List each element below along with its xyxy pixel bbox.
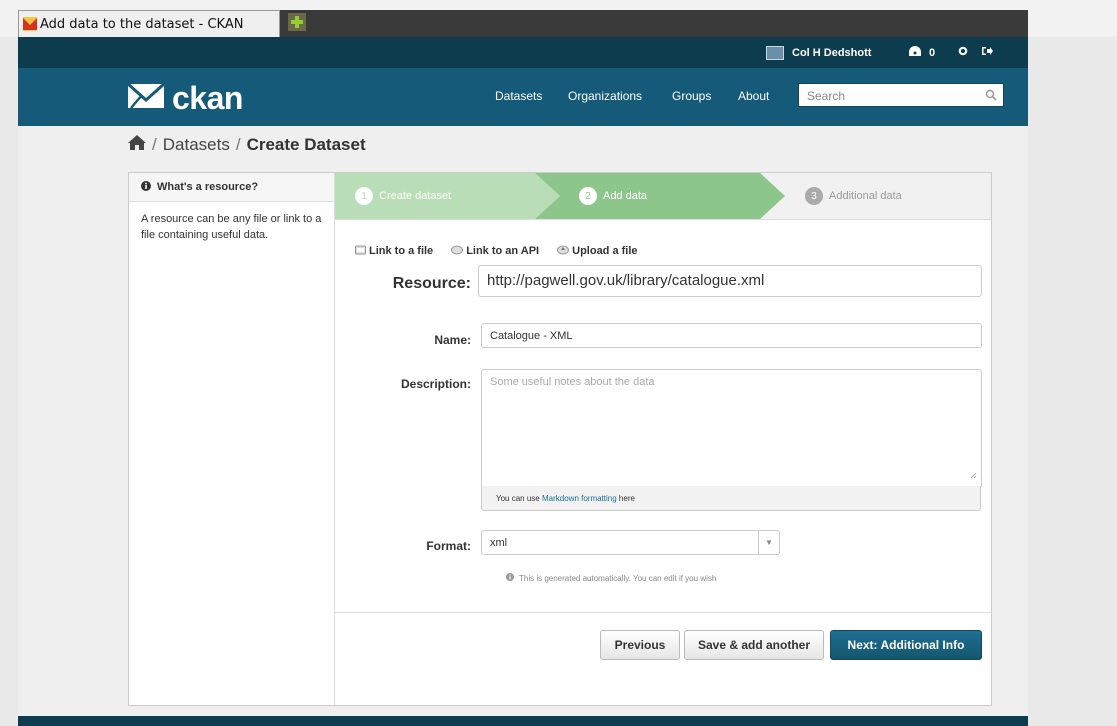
cloud-icon <box>451 244 464 258</box>
format-help-text: This is generated automatically. You can… <box>519 573 717 583</box>
info-icon <box>506 573 514 583</box>
dashboard-icon <box>909 46 921 59</box>
browser-tab-title: Add data to the dataset - CKAN <box>40 16 244 32</box>
stage-3-label: Additional data <box>829 190 902 202</box>
breadcrumb-current: Create Dataset <box>246 135 366 154</box>
save-add-another-button[interactable]: Save & add another <box>684 630 824 660</box>
breadcrumb-datasets[interactable]: Datasets <box>163 135 230 155</box>
masthead: ckan Datasets Organizations Groups About… <box>18 68 1028 126</box>
ckan-favicon-icon <box>23 17 37 31</box>
stages: 1 Create dataset 2 Add data 3 Additional… <box>335 173 991 220</box>
ckan-logo-icon <box>126 81 166 116</box>
stage-2-segment <box>535 173 785 219</box>
name-label: Name: <box>434 333 471 347</box>
new-tab-icon[interactable] <box>288 13 306 31</box>
sidebar: What's a resource? A resource can be any… <box>129 173 335 705</box>
stage-1-number: 1 <box>355 187 373 205</box>
description-placeholder: Some useful notes about the data <box>490 376 655 388</box>
account-bar: Col H Dedshott 0 <box>18 37 1028 68</box>
tab-link-to-api[interactable]: Link to an API <box>451 244 539 258</box>
chevron-down-icon[interactable]: ▼ <box>758 531 779 554</box>
upload-icon <box>557 244 570 258</box>
dashboard-link[interactable]: 0 <box>909 37 935 68</box>
footer <box>18 716 1028 726</box>
home-icon[interactable] <box>128 135 146 155</box>
tab-link-to-api-label: Link to an API <box>466 245 540 257</box>
stage-2-label: Add data <box>603 190 648 202</box>
site-logo[interactable]: ckan <box>126 80 243 117</box>
user-name: Col H Dedshott <box>792 46 872 59</box>
format-label: Format: <box>426 539 471 553</box>
markdown-note: You can use Markdown formatting here <box>481 486 981 511</box>
markdown-link[interactable]: Markdown formatting <box>542 494 617 503</box>
actions-divider <box>335 612 991 613</box>
sidebar-heading-text: What's a resource? <box>157 181 259 193</box>
stage-3-number: 3 <box>805 187 823 205</box>
gear-icon <box>958 46 968 59</box>
nav-organizations[interactable]: Organizations <box>568 89 642 103</box>
previous-button[interactable]: Previous <box>600 630 680 660</box>
logo-text: ckan <box>172 80 243 116</box>
search-placeholder: Search <box>807 89 846 103</box>
dashboard-count: 0 <box>929 46 936 59</box>
sign-out-icon <box>982 46 993 59</box>
breadcrumb: / Datasets / Create Dataset <box>128 135 366 155</box>
resource-label: Resource: <box>392 275 471 292</box>
browser-tab[interactable]: Add data to the dataset - CKAN <box>18 10 280 37</box>
logout-link[interactable] <box>982 37 993 68</box>
sidebar-body: A resource can be any file or link to a … <box>141 213 322 241</box>
tab-link-to-file-label: Link to a file <box>369 245 434 257</box>
format-select[interactable]: xml ▼ <box>481 530 780 555</box>
sidebar-heading: What's a resource? <box>129 173 334 202</box>
search-input[interactable]: Search <box>798 83 1004 107</box>
stage-2[interactable]: 2 Add data <box>579 173 647 219</box>
name-input[interactable]: Catalogue - XML <box>481 323 982 348</box>
stage-1[interactable]: 1 Create dataset <box>355 173 451 219</box>
stage-1-label: Create dataset <box>379 190 452 202</box>
breadcrumb-separator: / <box>152 135 157 154</box>
info-icon <box>141 180 151 194</box>
resize-handle-icon[interactable] <box>970 470 977 482</box>
tab-upload-file[interactable]: Upload a file <box>557 244 638 258</box>
user-profile-link[interactable]: Col H Dedshott <box>766 37 871 68</box>
search-icon[interactable] <box>985 89 997 104</box>
description-textarea[interactable]: Some useful notes about the data <box>481 369 982 487</box>
format-value: xml <box>490 537 508 549</box>
nav-about[interactable]: About <box>738 89 769 103</box>
tab-upload-file-label: Upload a file <box>572 245 638 257</box>
next-additional-info-button[interactable]: Next: Additional Info <box>830 630 982 660</box>
markdown-note-suffix: here <box>618 494 635 503</box>
nav-datasets[interactable]: Datasets <box>495 89 542 103</box>
avatar <box>766 45 784 60</box>
description-label: Description: <box>400 377 471 391</box>
settings-link[interactable] <box>958 37 968 68</box>
file-icon <box>355 244 366 258</box>
markdown-note-prefix: You can use <box>496 494 540 503</box>
resource-url-input[interactable]: http://pagwell.gov.uk/library/catalogue.… <box>478 265 982 297</box>
tab-link-to-file[interactable]: Link to a file <box>355 244 433 258</box>
stage-2-number: 2 <box>579 187 597 205</box>
nav-groups[interactable]: Groups <box>672 89 711 103</box>
stage-3: 3 Additional data <box>805 173 902 219</box>
resource-tabs: Link to a file Link to an API Upload a f… <box>355 244 656 258</box>
breadcrumb-separator: / <box>235 135 241 154</box>
format-help: This is generated automatically. You can… <box>506 573 716 583</box>
